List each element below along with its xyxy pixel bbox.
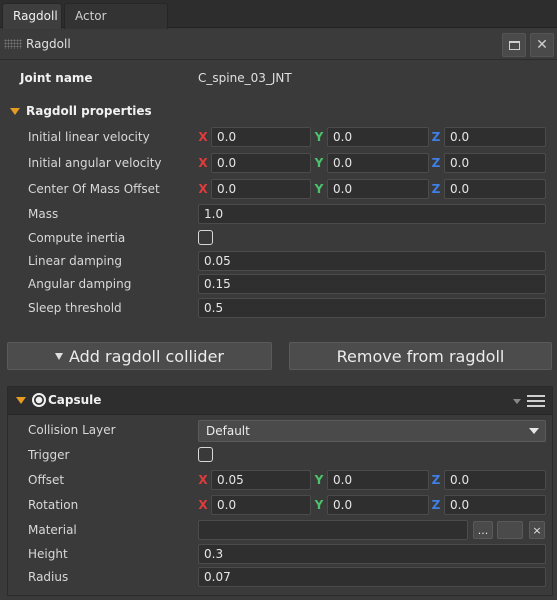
angular-damping-label: Angular damping [28, 277, 132, 291]
ragdoll-properties-title: Ragdoll properties [26, 104, 152, 118]
axis-y-label: Y [314, 473, 324, 487]
maximize-button[interactable] [502, 33, 526, 57]
add-ragdoll-collider-label: Add ragdoll collider [68, 346, 225, 366]
offset-y[interactable]: 0.0 [327, 470, 429, 490]
tab-bar: Ragdoll Actor Colliders [0, 0, 557, 48]
collision-layer-label: Collision Layer [28, 423, 116, 437]
material-clear-button[interactable]: × [529, 521, 545, 539]
linear-damping-field[interactable]: 0.05 [198, 251, 546, 271]
axis-x-label: X [198, 473, 208, 487]
compute-inertia-label: Compute inertia [28, 231, 126, 245]
maximize-icon [508, 40, 520, 50]
axis-z-label: Z [431, 130, 441, 144]
remove-from-ragdoll-button[interactable]: Remove from ragdoll [289, 342, 552, 370]
height-field[interactable]: 0.3 [198, 544, 546, 564]
offset-z[interactable]: 0.0 [444, 470, 546, 490]
hamburger-menu-icon[interactable] [527, 395, 545, 407]
close-icon: ✕ [536, 37, 548, 53]
collision-layer-value: Default [206, 424, 250, 438]
joint-name-value: C_spine_03_JNT [198, 71, 292, 85]
axis-z-label: Z [431, 182, 441, 196]
add-ragdoll-collider-button[interactable]: Add ragdoll collider [7, 342, 272, 370]
collapse-arrow-icon [10, 107, 20, 115]
material-field[interactable] [198, 520, 468, 540]
initial-linear-velocity-label: Initial linear velocity [28, 130, 150, 144]
compute-inertia-checkbox[interactable] [198, 230, 213, 245]
capsule-icon [32, 393, 46, 407]
mass-label: Mass [28, 207, 59, 221]
axis-x-label: X [198, 156, 208, 170]
material-picker-button[interactable] [497, 521, 523, 539]
initial-angular-velocity-y[interactable]: 0.0 [327, 153, 429, 173]
capsule-title: Capsule [48, 393, 102, 407]
initial-angular-velocity-x[interactable]: 0.0 [211, 153, 311, 173]
axis-y-label: Y [314, 498, 324, 512]
center-of-mass-offset-x[interactable]: 0.0 [211, 179, 311, 199]
collapse-arrow-icon[interactable] [16, 397, 26, 404]
panel-title: Ragdoll [26, 37, 71, 51]
initial-linear-velocity-x[interactable]: 0.0 [211, 127, 311, 147]
radius-field[interactable]: 0.07 [198, 567, 546, 587]
joint-name-label: Joint name [20, 71, 93, 85]
sleep-threshold-label: Sleep threshold [28, 301, 122, 315]
capsule-component: Capsule [7, 386, 553, 596]
axis-y-label: Y [314, 130, 324, 144]
offset-label: Offset [28, 473, 65, 487]
offset-x[interactable]: 0.05 [211, 470, 311, 490]
material-browse-button[interactable]: ... [473, 521, 493, 539]
sleep-threshold-field[interactable]: 0.5 [198, 298, 546, 318]
initial-linear-velocity-y[interactable]: 0.0 [327, 127, 429, 147]
capsule-header[interactable]: Capsule [8, 387, 552, 415]
axis-z-label: Z [431, 156, 441, 170]
remove-from-ragdoll-label: Remove from ragdoll [336, 346, 505, 366]
rotation-label: Rotation [28, 498, 79, 512]
grip-icon[interactable] [4, 39, 22, 49]
center-of-mass-offset-label: Center Of Mass Offset [28, 182, 160, 196]
center-of-mass-offset-z[interactable]: 0.0 [444, 179, 546, 199]
axis-y-label: Y [314, 182, 324, 196]
panel-header: Ragdoll ✕ [0, 30, 557, 60]
radius-label: Radius [28, 570, 69, 584]
dropdown-caret-icon [54, 352, 63, 360]
rotation-y[interactable]: 0.0 [327, 495, 429, 515]
rotation-x[interactable]: 0.0 [211, 495, 311, 515]
axis-z-label: Z [431, 473, 441, 487]
linear-damping-label: Linear damping [28, 254, 122, 268]
rotation-z[interactable]: 0.0 [444, 495, 546, 515]
close-button[interactable]: ✕ [530, 33, 554, 57]
initial-linear-velocity-z[interactable]: 0.0 [444, 127, 546, 147]
height-label: Height [28, 547, 68, 561]
center-of-mass-offset-y[interactable]: 0.0 [327, 179, 429, 199]
tab-ragdoll[interactable]: Ragdoll [2, 3, 62, 29]
axis-x-label: X [198, 130, 208, 144]
mass-field[interactable]: 1.0 [198, 204, 546, 224]
ragdoll-properties-header[interactable]: Ragdoll properties [10, 104, 152, 118]
trigger-label: Trigger [28, 448, 70, 462]
initial-angular-velocity-z[interactable]: 0.0 [444, 153, 546, 173]
dropdown-caret-icon[interactable] [513, 399, 521, 404]
axis-z-label: Z [431, 498, 441, 512]
angular-damping-field[interactable]: 0.15 [198, 274, 546, 294]
collision-layer-select[interactable]: Default [198, 420, 546, 442]
axis-x-label: X [198, 182, 208, 196]
chevron-down-icon [529, 428, 539, 434]
tab-actor-colliders[interactable]: Actor Colliders [64, 3, 168, 48]
material-label: Material [28, 523, 77, 537]
axis-x-label: X [198, 498, 208, 512]
trigger-checkbox[interactable] [198, 447, 213, 462]
initial-angular-velocity-label: Initial angular velocity [28, 156, 162, 170]
axis-y-label: Y [314, 156, 324, 170]
